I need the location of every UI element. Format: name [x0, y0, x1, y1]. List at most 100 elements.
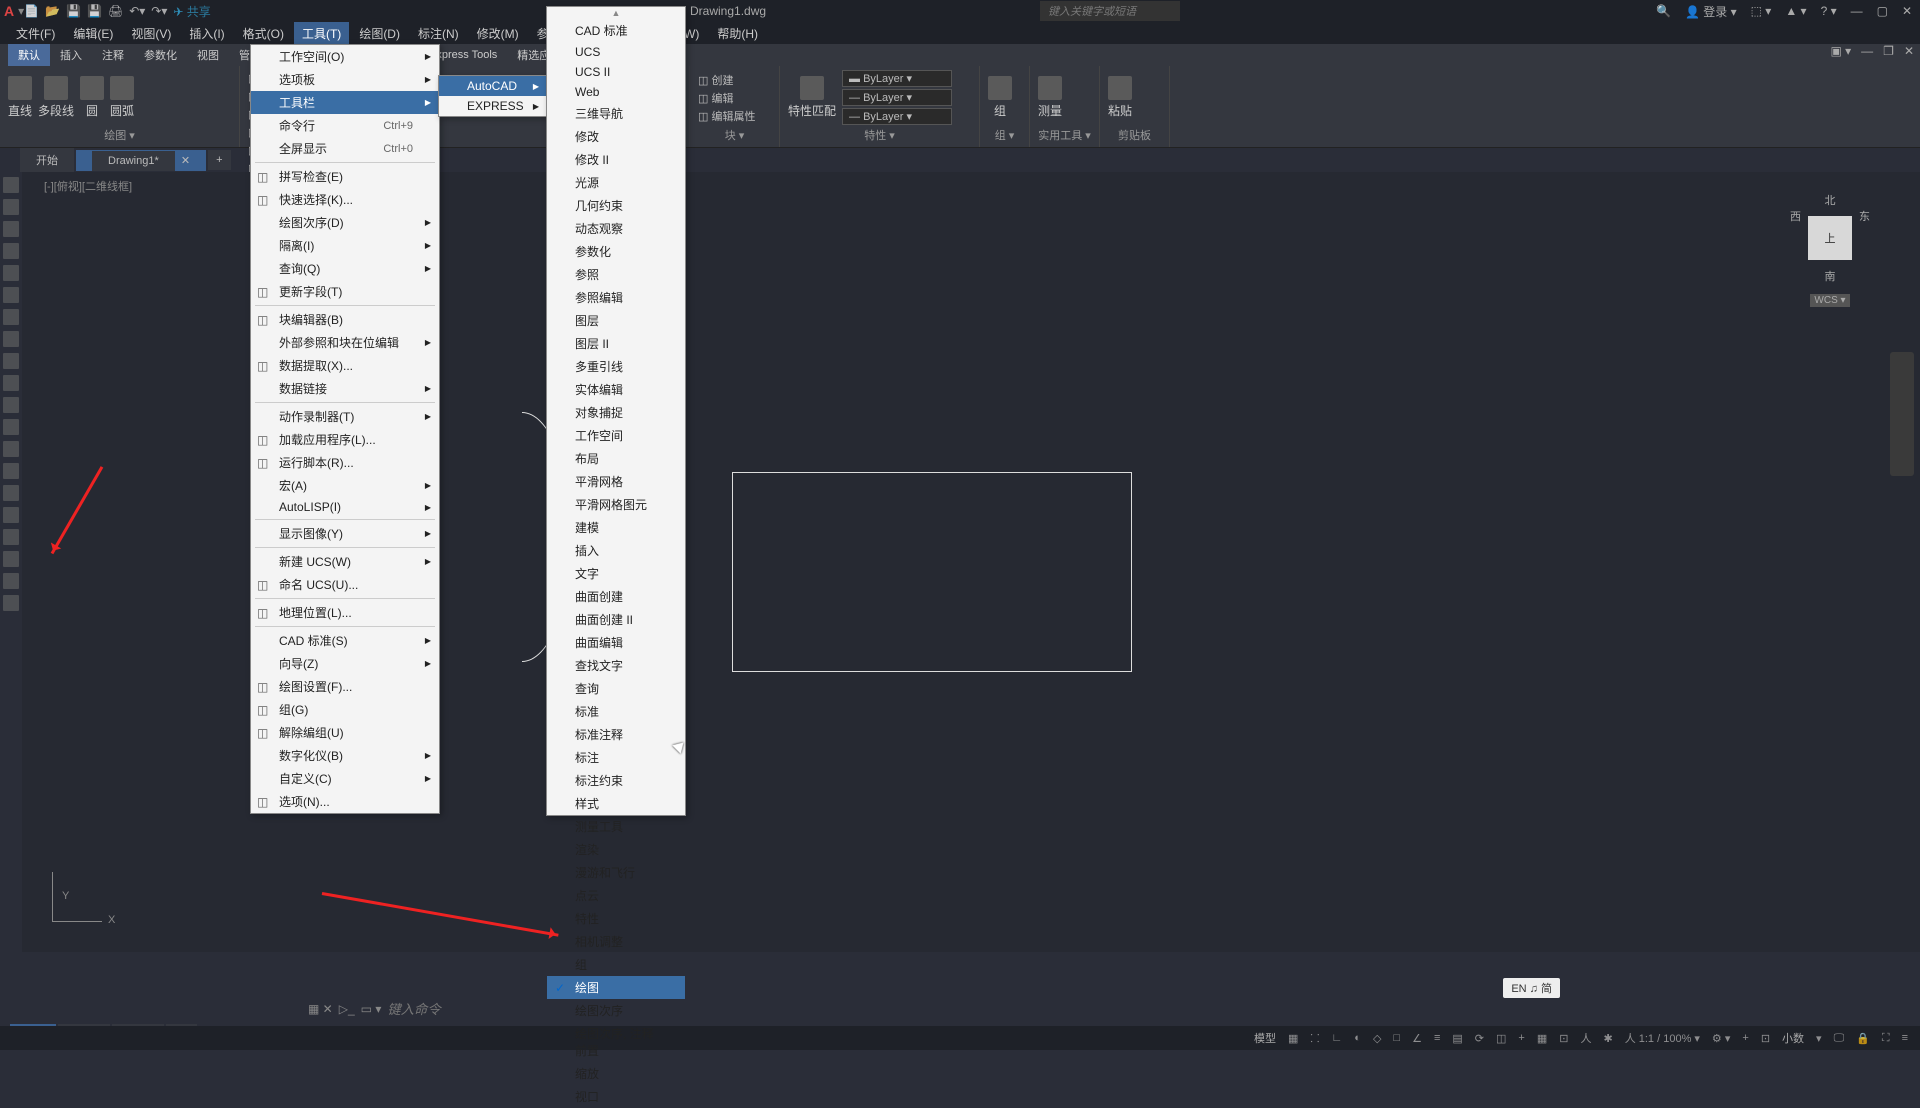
viewcube-south[interactable]: 南	[1790, 268, 1870, 284]
menu-工具(T)[interactable]: 工具(T)	[294, 22, 349, 45]
toolbar-item-曲面创建[interactable]: 曲面创建	[547, 585, 685, 608]
minimize-icon[interactable]: —	[1851, 4, 1863, 18]
help-icon[interactable]: ? ▾	[1821, 4, 1837, 18]
tool-创建[interactable]: ◫ 创建	[698, 72, 755, 88]
tool-多段线[interactable]: 多段线	[38, 76, 74, 119]
toolsmenu-item[interactable]: 查询(Q)	[251, 257, 439, 280]
tool-圆弧[interactable]: 圆弧	[110, 76, 134, 119]
toolsmenu-item[interactable]: 数字化仪(B)	[251, 744, 439, 767]
plot-icon[interactable]: 🖨	[108, 4, 123, 18]
status-as-icon[interactable]: ✱	[1599, 1030, 1616, 1047]
toolbar-item-UCS[interactable]: UCS	[547, 42, 685, 62]
search-input[interactable]: 键入关键字或短语	[1040, 1, 1180, 21]
menu-scroll-up-icon[interactable]: ▲	[547, 7, 685, 19]
toolbar-item-曲面编辑[interactable]: 曲面编辑	[547, 631, 685, 654]
status-grid-icon[interactable]: ▦	[1284, 1030, 1302, 1047]
toolsmenu-item[interactable]: ◫块编辑器(B)	[251, 308, 439, 331]
toolsmenu-item[interactable]: ◫地理位置(L)...	[251, 601, 439, 624]
toolbar-item-建模[interactable]: 建模	[547, 516, 685, 539]
status-ws-icon[interactable]: ▾	[1812, 1030, 1826, 1047]
nav-orbit-icon[interactable]	[1890, 428, 1914, 448]
tool-编辑[interactable]: ◫ 编辑	[698, 90, 755, 106]
toolbar-item-标准注释[interactable]: 标准注释	[547, 723, 685, 746]
saveas-icon[interactable]: 💾	[87, 4, 102, 18]
viewcube[interactable]: 北 西上东 南 WCS ▾	[1790, 192, 1870, 292]
submenu1-item[interactable]: AutoCAD	[439, 76, 547, 96]
login-button[interactable]: 👤 登录 ▾	[1685, 3, 1737, 20]
toolbar-item-相机调整[interactable]: 相机调整	[547, 930, 685, 953]
lefttool-3[interactable]	[3, 243, 19, 259]
ribbontab-3[interactable]: 参数化	[134, 44, 187, 66]
app-icon2[interactable]: ▲ ▾	[1785, 4, 1806, 18]
status-monitor-icon[interactable]: 🖵	[1830, 1030, 1849, 1047]
new-icon[interactable]: 📄	[24, 4, 39, 18]
lefttool-4[interactable]	[3, 265, 19, 281]
search-icon[interactable]: 🔍	[1656, 4, 1671, 18]
toolsmenu-item[interactable]: ◫数据提取(X)...	[251, 354, 439, 377]
menu-视图(V)[interactable]: 视图(V)	[123, 22, 179, 45]
menu-帮助(H)[interactable]: 帮助(H)	[709, 22, 766, 45]
lefttool-1[interactable]	[3, 199, 19, 215]
ucs-icon[interactable]: Y X	[52, 872, 102, 922]
toolsmenu-item[interactable]: 动作录制器(T)	[251, 405, 439, 428]
toolbar-item-布局[interactable]: 布局	[547, 447, 685, 470]
toolsmenu-item[interactable]: 向导(Z)	[251, 652, 439, 675]
lefttool-18[interactable]	[3, 573, 19, 589]
lefttool-12[interactable]	[3, 441, 19, 457]
toolsmenu-item[interactable]: 命令行Ctrl+9	[251, 114, 439, 137]
navigation-bar[interactable]	[1890, 352, 1914, 476]
lefttool-7[interactable]	[3, 331, 19, 347]
viewcube-north[interactable]: 北	[1790, 192, 1870, 208]
tool-编辑属性[interactable]: ◫ 编辑属性	[698, 108, 755, 124]
toolsmenu-item[interactable]: ◫快速选择(K)...	[251, 188, 439, 211]
toolsmenu-item[interactable]: 选项板	[251, 68, 439, 91]
toolsmenu-item[interactable]: ◫加载应用程序(L)...	[251, 428, 439, 451]
toolbar-item-参照[interactable]: 参照	[547, 263, 685, 286]
toolbar-item-插入[interactable]: 插入	[547, 539, 685, 562]
status-osnap-icon[interactable]: □	[1389, 1030, 1404, 1046]
toolbar-item-标准[interactable]: 标准	[547, 700, 685, 723]
toolbar-item-绘图次序[interactable]: 绘图次序	[547, 999, 685, 1022]
view-label[interactable]: [-][俯视][二维线框]	[44, 178, 132, 194]
toolbar-item-视口[interactable]: 视口	[547, 1085, 685, 1108]
lefttool-13[interactable]	[3, 463, 19, 479]
status-lock-icon[interactable]: 🔒	[1852, 1030, 1874, 1047]
toolsmenu-item[interactable]: 数据链接	[251, 377, 439, 400]
status-full-icon[interactable]: ⛶	[1878, 1030, 1894, 1047]
toolbar-item-修改[interactable]: 修改	[547, 125, 685, 148]
toolbar-item-平滑网格图元[interactable]: 平滑网格图元	[547, 493, 685, 516]
tool-圆[interactable]: 圆	[80, 76, 104, 119]
toolbar-item-实体编辑[interactable]: 实体编辑	[547, 378, 685, 401]
toolbar-item-曲面创建 II[interactable]: 曲面创建 II	[547, 608, 685, 631]
toolsmenu-item[interactable]: 新建 UCS(W)	[251, 550, 439, 573]
viewcube-west[interactable]: 西	[1790, 208, 1801, 268]
status-am-icon[interactable]: 人	[1576, 1028, 1595, 1048]
nav-showmotion-icon[interactable]	[1890, 452, 1914, 472]
toolbar-item-光源[interactable]: 光源	[547, 171, 685, 194]
group-button[interactable]: 组	[988, 76, 1012, 119]
toolbar-item-点云[interactable]: 点云	[547, 884, 685, 907]
toolsmenu-item[interactable]: ◫命名 UCS(U)...	[251, 573, 439, 596]
toolbar-item-查找文字[interactable]: 查找文字	[547, 654, 685, 677]
status-sc-icon[interactable]: ⊡	[1555, 1030, 1572, 1047]
toolbar-item-多重引线[interactable]: 多重引线	[547, 355, 685, 378]
toolbar-item-渲染[interactable]: 渲染	[547, 838, 685, 861]
doc-minimize-icon[interactable]: —	[1861, 44, 1873, 58]
match-properties-button[interactable]: 特性匹配	[788, 76, 836, 119]
toolbar-item-绘图[interactable]: 绘图	[547, 976, 685, 999]
toolbar-item-图层[interactable]: 图层	[547, 309, 685, 332]
viewcube-east[interactable]: 东	[1859, 208, 1870, 268]
toolsmenu-item[interactable]: 宏(A)	[251, 474, 439, 497]
status-ortho-icon[interactable]: ∟	[1328, 1030, 1347, 1046]
toolbar-item-标注[interactable]: 标注	[547, 746, 685, 769]
status-3dosnap-icon[interactable]: ◫	[1492, 1030, 1510, 1047]
toolsmenu-item[interactable]: 外部参照和块在位编辑	[251, 331, 439, 354]
status-gear-icon[interactable]: ⚙ ▾	[1708, 1030, 1734, 1047]
nav-zoom-icon[interactable]	[1890, 404, 1914, 424]
toolbar-item-标注约束[interactable]: 标注约束	[547, 769, 685, 792]
doc-restore-icon[interactable]: ❐	[1883, 44, 1894, 58]
toolsmenu-item[interactable]: 绘图次序(D)	[251, 211, 439, 234]
tab-start[interactable]: 开始	[20, 148, 74, 172]
toolsmenu-item[interactable]: ◫组(G)	[251, 698, 439, 721]
share-icon[interactable]: ✈ 共享	[173, 3, 210, 20]
